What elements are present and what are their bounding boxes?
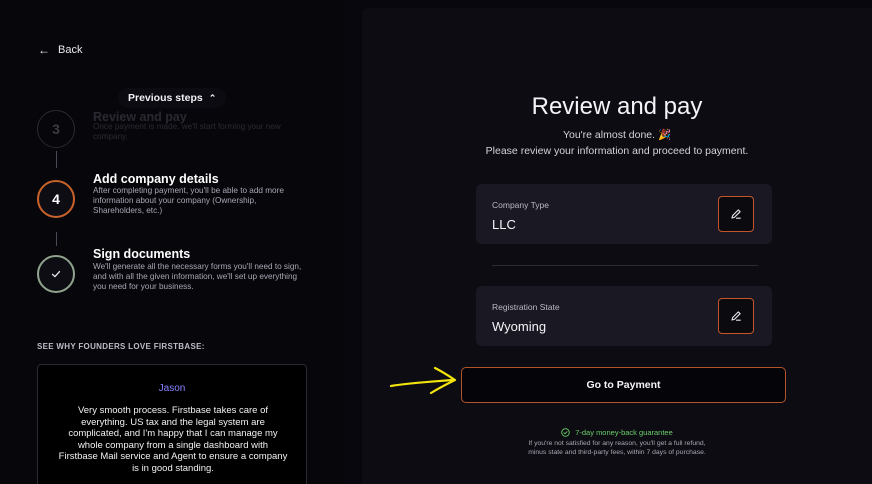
review-panel: Review and pay You're almost done. 🎉 Ple… [362, 8, 872, 484]
step-description: Once payment is made, we'll start formin… [93, 122, 281, 142]
registration-state-label: Registration State [492, 302, 560, 312]
shield-check-icon [561, 428, 570, 437]
refund-line: If you're not satisfied for any reason, … [528, 440, 706, 447]
edit-company-type-button[interactable] [718, 196, 754, 232]
divider [492, 265, 758, 266]
pencil-icon [731, 209, 741, 219]
step-connector [56, 151, 57, 168]
edit-registration-state-button[interactable] [718, 298, 754, 334]
step-description: After completing payment, you'll be able… [93, 186, 284, 216]
company-type-label: Company Type [492, 200, 550, 210]
step-title: Add company details [93, 172, 219, 186]
testimonial-card: Jason Very smooth process. Firstbase tak… [37, 364, 307, 484]
guarantee-note: 7-day money-back guarantee [362, 428, 872, 437]
testimonial-author: Jason [158, 383, 186, 394]
subtitle-instructions: Please review your information and proce… [485, 145, 749, 157]
guarantee-text: 7-day money-back guarantee [575, 428, 673, 437]
registration-state-value: Wyoming [492, 319, 547, 334]
registration-state-card: Registration State Wyoming [476, 286, 772, 346]
company-type-card: Company Type LLC [476, 184, 772, 244]
annotation-arrow-icon [389, 366, 457, 395]
testimonial-quote: Very smooth process. Firstbase takes car… [58, 405, 288, 474]
step-status-circle [37, 255, 75, 293]
page-title: Review and pay [531, 93, 703, 120]
step-number: 3 [37, 110, 75, 148]
subtitle-almost-done: You're almost done. 🎉 [562, 129, 672, 141]
testimonials-heading: SEE WHY FOUNDERS LOVE FIRSTBASE: [37, 342, 205, 351]
previous-steps-label: Previous steps [128, 92, 203, 104]
chevron-up-icon: ⌃ [208, 92, 217, 103]
refund-policy: If you're not satisfied for any reason, … [362, 440, 872, 458]
pencil-icon [731, 311, 741, 321]
refund-line: minus state and third-party fees, within… [528, 448, 706, 456]
arrow-left-icon: ← [38, 43, 50, 57]
step-description: We'll generate all the necessary forms y… [93, 262, 302, 292]
previous-steps-toggle[interactable]: Previous steps ⌃ [118, 88, 227, 108]
steps-panel: ← Back Previous steps ⌃ 3 Review and pay… [0, 0, 345, 484]
step-title: Sign documents [93, 247, 191, 261]
go-to-payment-button[interactable]: Go to Payment [461, 367, 786, 403]
back-button[interactable]: ← Back [38, 38, 82, 62]
step-connector [56, 232, 57, 246]
check-icon [51, 270, 61, 278]
back-label: Back [58, 44, 83, 56]
step-number: 4 [37, 180, 75, 218]
company-type-value: LLC [492, 217, 516, 232]
